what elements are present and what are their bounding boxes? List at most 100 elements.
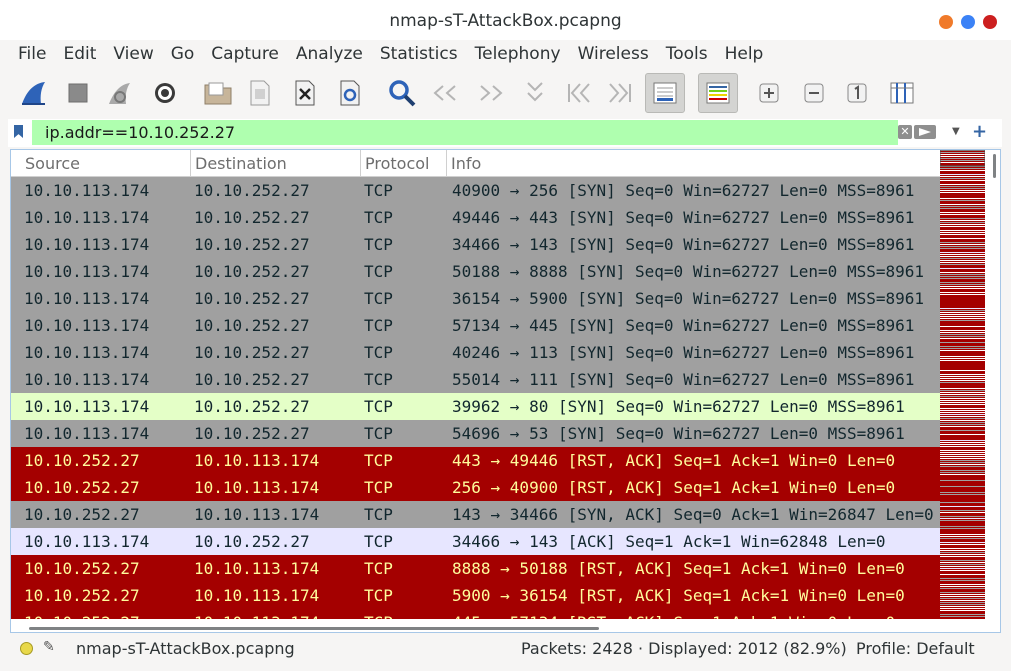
find-magnifier-icon[interactable] xyxy=(382,73,422,113)
colorize-icon[interactable] xyxy=(698,73,738,113)
minimap-stripe xyxy=(940,434,985,435)
apply-filter-arrow-icon[interactable] xyxy=(914,125,936,139)
status-profile[interactable]: Profile: Default xyxy=(856,639,975,658)
table-row[interactable]: 10.10.113.174 10.10.252.27 TCP 40246 → 113 … xyxy=(11,339,940,366)
minimap-stripe xyxy=(940,224,985,225)
menu-analyze[interactable]: Analyze xyxy=(286,44,370,64)
table-row[interactable]: 10.10.113.174 10.10.252.27 TCP 40900 → 256 … xyxy=(11,177,940,204)
display-filter-input[interactable] xyxy=(32,120,898,145)
stop-square-icon[interactable] xyxy=(58,73,98,113)
capture-options-gear-icon[interactable] xyxy=(145,73,185,113)
expert-info-led-icon[interactable] xyxy=(20,642,33,655)
menu-wireless[interactable]: Wireless xyxy=(568,44,656,64)
menu-edit[interactable]: Edit xyxy=(53,44,103,64)
open-folder-icon[interactable] xyxy=(198,73,238,113)
table-row[interactable]: 10.10.113.174 10.10.252.27 TCP 34466 → 143 … xyxy=(11,231,940,258)
capture-comment-pencil-icon[interactable]: ✎ xyxy=(43,639,55,655)
table-row[interactable]: 10.10.113.174 10.10.252.27 TCP 36154 → 5900… xyxy=(11,285,940,312)
reload-icon[interactable] xyxy=(330,73,370,113)
maximize-button[interactable] xyxy=(961,15,975,29)
menu-file[interactable]: File xyxy=(8,44,53,64)
restart-fin-icon[interactable] xyxy=(100,73,140,113)
table-row[interactable]: 10.10.252.27 10.10.113.174 TCP 5900 → 36154… xyxy=(11,582,940,609)
table-row[interactable]: 10.10.113.174 10.10.252.27 TCP 34466 → 143 … xyxy=(11,528,940,555)
minimap-stripe xyxy=(940,470,985,471)
go-first-icon[interactable] xyxy=(558,73,598,113)
minimap-stripe xyxy=(940,262,985,263)
resize-columns-icon[interactable] xyxy=(882,73,922,113)
minimap-stripe xyxy=(940,552,985,553)
vertical-scrollbar[interactable] xyxy=(987,150,1000,619)
menu-statistics[interactable]: Statistics xyxy=(370,44,465,64)
minimap-stripe xyxy=(940,358,985,359)
horizontal-scroll-thumb[interactable] xyxy=(29,627,599,630)
cell-protocol: TCP xyxy=(364,478,393,497)
minimap-stripe xyxy=(940,288,985,289)
go-forward-icon[interactable] xyxy=(470,73,510,113)
close-button[interactable] xyxy=(983,15,997,29)
minimap-stripe xyxy=(940,416,985,417)
clear-filter-icon[interactable]: ✕ xyxy=(898,125,912,139)
table-row[interactable]: 10.10.113.174 10.10.252.27 TCP 57134 → 445 … xyxy=(11,312,940,339)
go-to-packet-icon[interactable] xyxy=(515,73,555,113)
minimap-stripe xyxy=(940,562,985,563)
minimap-stripe xyxy=(940,410,985,411)
minimap-stripe xyxy=(940,346,985,347)
menu-tools[interactable]: Tools xyxy=(656,44,715,64)
autoscroll-icon[interactable] xyxy=(645,73,685,113)
cell-protocol: TCP xyxy=(364,181,393,200)
table-row[interactable]: 10.10.113.174 10.10.252.27 TCP 50188 → 8888… xyxy=(11,258,940,285)
bookmark-icon[interactable] xyxy=(14,125,23,138)
minimap-stripe xyxy=(940,440,985,441)
cell-info: 256 → 40900 [RST, ACK] Seq=1 Ack=1 Win=0… xyxy=(452,478,896,497)
normal-size-icon[interactable] xyxy=(837,73,877,113)
save-file-icon[interactable] xyxy=(240,73,280,113)
minimap-stripe xyxy=(940,192,985,193)
column-header-destination[interactable]: Destination xyxy=(191,150,361,177)
column-header-info[interactable]: Info xyxy=(447,150,940,177)
minimap-stripe xyxy=(940,604,985,605)
cell-source: 10.10.113.174 xyxy=(24,235,150,254)
minimap-stripe xyxy=(940,414,985,415)
menu-view[interactable]: View xyxy=(103,44,160,64)
minimize-button[interactable] xyxy=(939,15,953,29)
minimap-stripe xyxy=(940,464,985,465)
table-row[interactable]: 10.10.113.174 10.10.252.27 TCP 55014 → 111 … xyxy=(11,366,940,393)
vertical-scroll-thumb[interactable] xyxy=(993,154,996,178)
minimap-stripe xyxy=(940,458,985,459)
table-row[interactable]: 10.10.113.174 10.10.252.27 TCP 54696 → 53 [… xyxy=(11,420,940,447)
horizontal-scrollbar[interactable] xyxy=(11,619,940,632)
shark-fin-start-icon[interactable] xyxy=(14,73,54,113)
cell-destination: 10.10.252.27 xyxy=(194,235,310,254)
menu-go[interactable]: Go xyxy=(161,44,202,64)
column-header-protocol[interactable]: Protocol xyxy=(361,150,447,177)
go-last-icon[interactable] xyxy=(601,73,641,113)
table-row[interactable]: 10.10.252.27 10.10.113.174 TCP 443 → 49446 … xyxy=(11,447,940,474)
menu-help[interactable]: Help xyxy=(715,44,771,64)
minimap-stripe xyxy=(940,568,985,569)
table-row[interactable]: 10.10.252.27 10.10.113.174 TCP 256 → 40900 … xyxy=(11,474,940,501)
minimap-stripe xyxy=(940,178,985,179)
table-row[interactable]: 10.10.252.27 10.10.113.174 TCP 143 → 34466 … xyxy=(11,501,940,528)
close-file-icon[interactable] xyxy=(285,73,325,113)
menu-telephony[interactable]: Telephony xyxy=(465,44,568,64)
zoom-out-icon[interactable] xyxy=(794,73,834,113)
minimap-stripe xyxy=(940,370,985,371)
cell-source: 10.10.113.174 xyxy=(24,370,150,389)
add-filter-button-icon[interactable]: + xyxy=(972,121,987,142)
column-header-source[interactable]: Source xyxy=(21,150,191,177)
table-row[interactable]: 10.10.252.27 10.10.113.174 TCP 8888 → 50188… xyxy=(11,555,940,582)
cell-info: 50188 → 8888 [SYN] Seq=0 Win=62727 Len=0… xyxy=(452,262,925,281)
go-back-icon[interactable] xyxy=(426,73,466,113)
packet-minimap[interactable] xyxy=(940,150,985,619)
chevron-down-icon[interactable]: ▼ xyxy=(952,126,960,137)
zoom-in-icon[interactable] xyxy=(749,73,789,113)
minimap-stripe xyxy=(940,592,985,593)
minimap-stripe xyxy=(940,510,985,511)
table-row[interactable]: 10.10.113.174 10.10.252.27 TCP 49446 → 443 … xyxy=(11,204,940,231)
menu-capture[interactable]: Capture xyxy=(201,44,286,64)
table-row[interactable]: 10.10.252.27 10.10.113.174 TCP 445 → 57134 … xyxy=(11,609,940,619)
minimap-stripe xyxy=(940,614,985,615)
table-row[interactable]: 10.10.113.174 10.10.252.27 TCP 39962 → 80 [… xyxy=(11,393,940,420)
cell-source: 10.10.252.27 xyxy=(24,505,140,524)
